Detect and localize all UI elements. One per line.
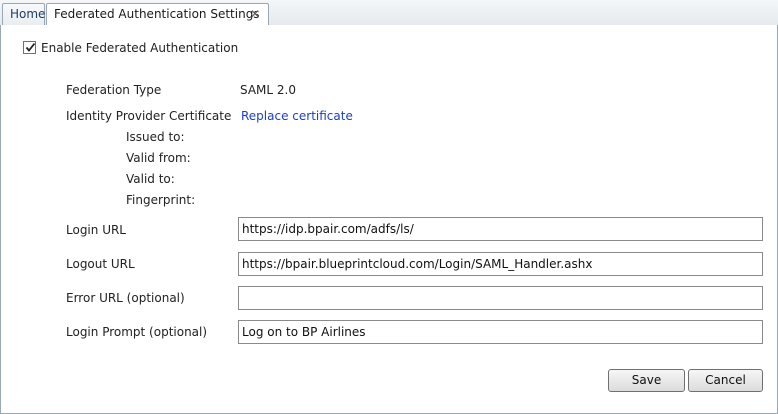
login-prompt-label: Login Prompt (optional)	[66, 325, 208, 339]
tab-federated-authentication-settings[interactable]: Federated Authentication Settings ✕	[46, 3, 269, 27]
save-button[interactable]: Save	[608, 369, 685, 392]
enable-federated-auth-label[interactable]: Enable Federated Authentication	[41, 41, 238, 55]
error-url-label: Error URL (optional)	[66, 291, 185, 305]
federation-type-value: SAML 2.0	[240, 83, 296, 97]
close-icon[interactable]: ✕	[250, 4, 260, 25]
federation-type-label: Federation Type	[66, 83, 162, 97]
tab-home-label: Home	[10, 7, 46, 21]
tab-active-label: Federated Authentication Settings	[54, 7, 260, 21]
error-url-input[interactable]	[238, 286, 763, 310]
enable-federated-auth-checkbox[interactable]	[23, 41, 36, 54]
cancel-button[interactable]: Cancel	[688, 369, 763, 392]
issued-to-label: Issued to:	[126, 130, 185, 144]
valid-to-label: Valid to:	[126, 172, 175, 186]
settings-window: Home Federated Authentication Settings ✕…	[0, 0, 778, 414]
replace-certificate-link[interactable]: Replace certificate	[241, 109, 353, 123]
idp-certificate-label: Identity Provider Certificate	[66, 109, 232, 123]
tab-home[interactable]: Home	[2, 3, 45, 26]
logout-url-input[interactable]: https://bpair.blueprintcloud.com/Login/S…	[238, 252, 763, 276]
login-url-input[interactable]: https://idp.bpair.com/adfs/ls/	[238, 217, 763, 241]
tab-strip: Home Federated Authentication Settings ✕	[0, 0, 778, 27]
logout-url-label: Logout URL	[66, 257, 135, 271]
checkmark-icon	[25, 42, 36, 52]
fingerprint-label: Fingerprint:	[126, 193, 196, 207]
login-url-label: Login URL	[66, 223, 126, 237]
login-prompt-input[interactable]: Log on to BP Airlines	[238, 320, 763, 344]
valid-from-label: Valid from:	[126, 151, 191, 165]
